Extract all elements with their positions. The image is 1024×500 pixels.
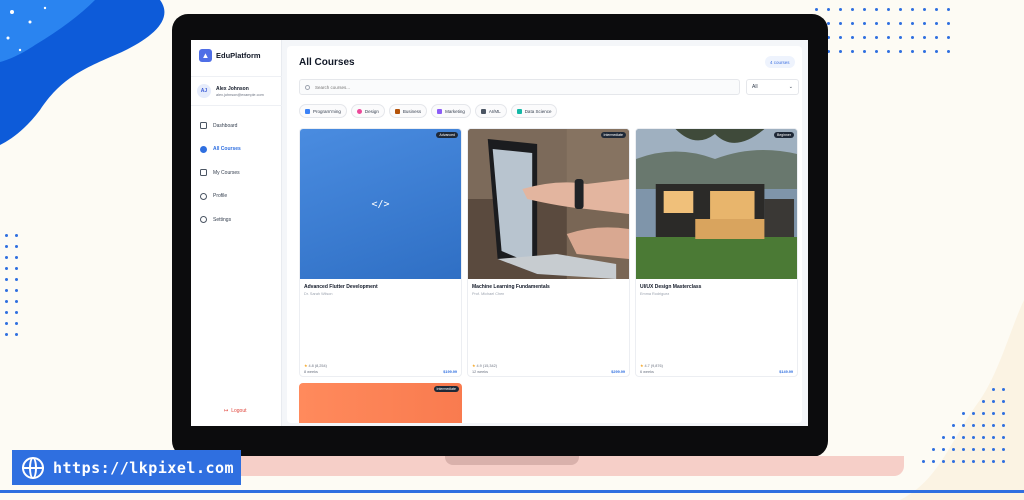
course-duration: 6 weeks [640,370,654,374]
database-icon [516,108,522,114]
brand-name: EduPlatform [216,51,261,60]
category-label: Data Science [524,108,552,114]
category-chips: Program'ming Design Business Marketing A… [299,104,558,118]
book-icon [200,169,207,177]
sidebar-item-label: My Courses [213,169,240,176]
category-label: Marketing [445,108,465,114]
level-filter-select[interactable]: All ⌄ [746,79,799,95]
search-input[interactable] [315,84,615,90]
sidebar-item-label: All Courses [213,146,241,153]
course-count-badge: 4 courses [765,56,795,68]
website-badge[interactable]: https://lkpixel.com [12,450,241,485]
course-title: UI/UX Design Masterclass [640,284,702,290]
course-duration: 8 weeks [304,370,318,374]
decorative-blob-top-left [0,0,165,145]
course-price: $149.99 [779,370,793,374]
search-icon [305,84,310,90]
avatar: AJ [197,84,211,98]
chevron-down-icon: ⌄ [788,84,793,90]
sidebar-item-my-courses[interactable]: My Courses [191,161,282,185]
brand[interactable]: ▲ EduPlatform [199,49,261,62]
logout-label: Logout [231,408,247,414]
course-thumbnail-laptop-photo [468,129,629,279]
sidebar-item-dashboard[interactable]: Dashboard [191,114,282,138]
category-label: Design [364,108,379,114]
code-icon: </> [371,198,390,210]
page-title: All Courses [299,57,355,68]
category-chip-marketing[interactable]: Marketing [431,104,471,118]
course-card[interactable]: </> Advanced Advanced Flutter Developmen… [299,128,462,377]
category-label: AI/ML [488,108,501,114]
category-label: Program'ming [313,108,341,114]
level-badge: Intermediate [600,132,626,138]
logout-icon: ↦ [224,408,229,414]
dot-grid-left [5,234,25,336]
category-chip-programming[interactable]: Program'ming [299,104,347,118]
dot-grid-top-right [815,8,959,53]
user-email: alex.johnson@example.com [216,92,264,97]
sidebar-item-all-courses[interactable]: All Courses [191,138,282,162]
sidebar-item-label: Dashboard [213,122,238,129]
course-card[interactable]: Intermediate Machine Learning Fundamenta… [467,128,630,377]
briefcase-icon [394,108,400,114]
sidebar-item-settings[interactable]: Settings [191,208,282,232]
course-rating: ★ 4.7 (9,876) [640,364,663,368]
code-icon [305,108,310,114]
bottom-accent-line [0,490,1024,493]
user-icon [200,192,207,200]
course-card[interactable]: Intermediate [299,383,462,423]
category-chip-ai-ml[interactable]: AI/ML [474,104,507,118]
user-name: Alex Johnson [216,85,249,92]
star-icon: ★ [304,364,308,368]
chart-icon [437,108,443,114]
sidebar-item-label: Profile [213,193,228,200]
filter-selected-value: All [752,84,758,90]
laptop-notch [445,456,579,465]
grid-icon [200,122,207,130]
course-author: Emma Rodriguez [640,292,670,296]
course-price: $299.99 [611,370,625,374]
category-chip-business[interactable]: Business [388,104,428,118]
sidebar: ▲ EduPlatform AJ Alex Johnson alex.johns… [191,40,282,426]
website-url: https://lkpixel.com [53,458,235,477]
search-bar [299,79,740,95]
dot-grid-bottom-right [922,388,1012,463]
level-badge: Intermediate [433,386,459,392]
course-author: Prof. Michael Chen [472,292,505,296]
category-chip-design[interactable]: Design [350,104,385,118]
course-thumbnail-house-photo [636,129,797,279]
course-rating: ★ 4.9 (15,342) [472,364,497,368]
course-thumbnail: </> [300,129,461,279]
star-icon: ★ [472,364,476,368]
course-price: $199.99 [443,370,457,374]
course-author: Dr. Sarah Wilson [304,292,333,296]
course-title: Advanced Flutter Development [304,284,378,290]
compass-icon [200,145,207,153]
sidebar-item-label: Settings [213,216,232,223]
courses-panel: All Courses 4 courses All ⌄ Program'ming… [287,46,802,423]
course-title: Machine Learning Fundamentals [472,284,550,290]
graduation-cap-icon: ▲ [199,49,212,62]
category-chip-data-science[interactable]: Data Science [510,104,558,118]
course-card[interactable]: Beginner UI/UX Design Masterclass Emma R… [635,128,798,377]
star-icon: ★ [640,364,644,368]
sidebar-item-profile[interactable]: Profile [191,185,282,209]
app-screen: ▲ EduPlatform AJ Alex Johnson alex.johns… [191,40,808,426]
robot-icon [480,108,486,114]
sidebar-nav: Dashboard All Courses My Courses Profile… [191,114,282,232]
category-label: Business [402,108,422,114]
level-badge: Advanced [436,132,458,138]
course-duration: 12 weeks [472,370,489,374]
gear-icon [200,216,207,224]
palette-icon [356,108,362,114]
course-rating: ★ 4.8 (8,254) [304,364,327,368]
logout-button[interactable]: ↦ Logout [224,408,247,414]
user-profile-summary[interactable]: AJ Alex Johnson alex.johnson@example.com [191,76,282,106]
level-badge: Beginner [773,132,794,138]
globe-icon [22,456,44,479]
main-content: All Courses 4 courses All ⌄ Program'ming… [282,40,808,426]
